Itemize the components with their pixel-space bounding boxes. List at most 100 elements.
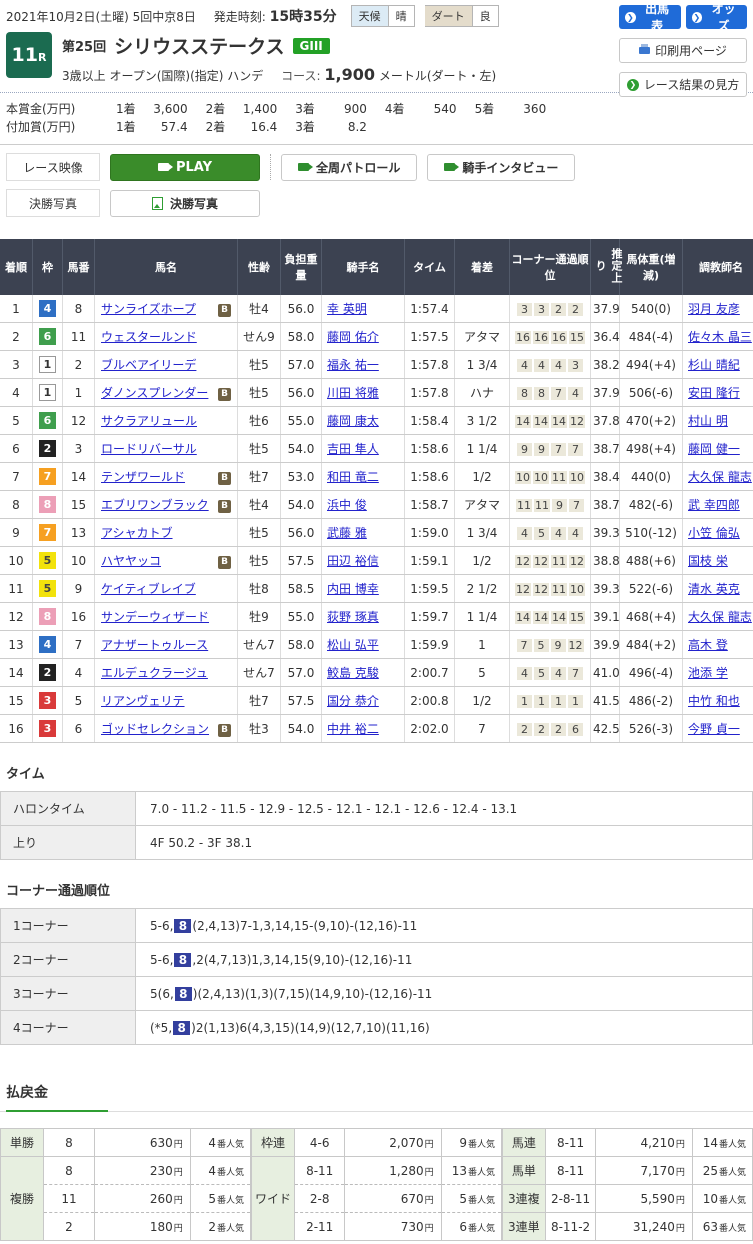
horse-name-link[interactable]: エブリワンブラック <box>101 498 209 512</box>
jockey-cell: 川田 将雅 <box>322 379 405 407</box>
horse-number: 7 <box>63 631 95 659</box>
horse-name-link[interactable]: ウェスタールンド <box>101 330 197 344</box>
jockey-link[interactable]: 国分 恭介 <box>327 694 379 708</box>
trainer-link[interactable]: 武 幸四郎 <box>688 498 740 512</box>
frame-number: 5 <box>39 552 56 569</box>
jockey-link[interactable]: 藤岡 佑介 <box>327 330 379 344</box>
payout-amount: 630円 <box>94 1129 190 1157</box>
margin: 1/2 <box>455 463 510 491</box>
jockey-link[interactable]: 和田 竜二 <box>327 470 379 484</box>
corner-positions: 4547 <box>510 659 591 687</box>
corner-pos: 11 <box>551 555 567 568</box>
result-row: 9713アシャカトブ牡556.0武藤 雅1:59.01 3/4454439.35… <box>0 519 753 547</box>
corner-positions: 10101110 <box>510 463 591 491</box>
frame-number: 8 <box>39 608 56 625</box>
jockey-link[interactable]: 川田 将雅 <box>327 386 379 400</box>
trainer-link[interactable]: 羽月 友彦 <box>688 302 740 316</box>
horse-name-link[interactable]: エルデュクラージュ <box>101 666 208 680</box>
trainer-link[interactable]: 大久保 龍志 <box>688 610 752 624</box>
trainer-link[interactable]: 佐々木 晶三 <box>688 330 752 344</box>
result-guide-button[interactable]: ❯レース結果の見方 <box>619 72 747 97</box>
jockey-link[interactable]: 浜中 俊 <box>327 498 367 512</box>
col-header: タイム <box>405 239 455 295</box>
jockey-link[interactable]: 吉田 隼人 <box>327 442 379 456</box>
body-weight: 526(-3) <box>620 715 683 743</box>
prize-amount: 540 <box>415 100 457 118</box>
horse-name-link[interactable]: リアンヴェリテ <box>101 694 185 708</box>
last-3f: 38.2 <box>591 351 620 379</box>
horse-name-link[interactable]: ロードリバーサル <box>101 442 197 456</box>
corner-pos: 2 <box>534 723 549 736</box>
horse-name-cell: サンライズホープB <box>95 295 238 323</box>
horse-name-link[interactable]: ケイティブレイブ <box>101 582 196 596</box>
corner-pos: 5 <box>534 527 549 540</box>
corner-pos: 9 <box>551 639 566 652</box>
frame-number: 2 <box>39 440 56 457</box>
margin: 1 3/4 <box>455 351 510 379</box>
jockey-link[interactable]: 田辺 裕信 <box>327 554 379 568</box>
trainer-link[interactable]: 高木 登 <box>688 638 728 652</box>
print-page-button[interactable]: 印刷用ページ <box>619 38 747 63</box>
patrol-video-button[interactable]: 全周パトロール <box>281 154 417 181</box>
jockey-link[interactable]: 幸 英明 <box>327 302 367 316</box>
horse-name-link[interactable]: ハヤヤッコ <box>101 554 161 568</box>
entry-table-button[interactable]: ❯出馬表 <box>619 5 681 29</box>
highlighted-horse-number: 8 <box>175 987 192 1001</box>
odds-button[interactable]: ❯オッズ <box>686 5 748 29</box>
jockey-link[interactable]: 内田 博幸 <box>327 582 379 596</box>
jockey-link[interactable]: 武藤 雅 <box>327 526 367 540</box>
last-3f: 37.8 <box>591 407 620 435</box>
race-date: 2021年10月2日(土曜) 5回中京8日 <box>6 10 196 24</box>
impost-weight: 58.5 <box>281 575 322 603</box>
horse-name-link[interactable]: ゴッドセレクション <box>101 722 209 736</box>
impost-weight: 57.5 <box>281 687 322 715</box>
trainer-link[interactable]: 杉山 晴紀 <box>688 358 740 372</box>
jockey-link[interactable]: 松山 弘平 <box>327 638 379 652</box>
corner-pos: 15 <box>569 331 585 344</box>
horse-name-link[interactable]: アナザートゥルース <box>101 638 208 652</box>
horse-name-link[interactable]: サクラアリュール <box>101 414 197 428</box>
trainer-link[interactable]: 中竹 和也 <box>688 694 740 708</box>
corner-row: 2コーナー5-6,8,2(4,7,13)1,3,14,15(9,10)-(12,… <box>1 943 753 977</box>
horse-name-link[interactable]: サンデーウィザード <box>101 610 209 624</box>
trainer-link[interactable]: 今野 貞一 <box>688 722 740 736</box>
corner-pos: 7 <box>551 387 566 400</box>
trainer-cell: 清水 英克 <box>683 575 753 603</box>
col-header: 着順 <box>0 239 33 295</box>
trainer-link[interactable]: 安田 隆行 <box>688 386 740 400</box>
jockey-link[interactable]: 荻野 琢真 <box>327 610 379 624</box>
trainer-link[interactable]: 大久保 龍志 <box>688 470 752 484</box>
horse-name-link[interactable]: テンザワールド <box>101 470 185 484</box>
jockey-link[interactable]: 鮫島 克駿 <box>327 666 379 680</box>
payout-amount: 260円 <box>94 1185 190 1213</box>
prize-amount: 360 <box>504 100 546 118</box>
trainer-link[interactable]: 清水 英克 <box>688 582 740 596</box>
trainer-link[interactable]: 小笠 倫弘 <box>688 526 740 540</box>
trainer-link[interactable]: 国枝 栄 <box>688 554 728 568</box>
result-row: 7714テンザワールドB牡753.0和田 竜二1:58.61/210101110… <box>0 463 753 491</box>
corner-pos: 4 <box>517 527 532 540</box>
popularity-suffix: 番人気 <box>468 1196 495 1206</box>
corner-pos: 4 <box>534 359 549 372</box>
jockey-link[interactable]: 福永 祐一 <box>327 358 379 372</box>
finish-photo-button[interactable]: 決勝写真 <box>110 190 260 217</box>
jockey-interview-button[interactable]: 騎手インタビュー <box>427 154 575 181</box>
video-camera-icon <box>444 163 455 171</box>
horse-name-link[interactable]: ブルベアイリーデ <box>101 358 196 372</box>
payout-selection: 8-11 <box>545 1157 596 1185</box>
trainer-link[interactable]: 池添 学 <box>688 666 728 680</box>
trainer-link[interactable]: 藤岡 健一 <box>688 442 740 456</box>
popularity-suffix: 番人気 <box>719 1224 746 1234</box>
jockey-link[interactable]: 藤岡 康太 <box>327 414 379 428</box>
jockey-link[interactable]: 中井 裕二 <box>327 722 379 736</box>
margin: 1/2 <box>455 687 510 715</box>
play-button[interactable]: PLAY <box>110 154 260 181</box>
grade-badge: GIII <box>293 38 330 54</box>
horse-name-link[interactable]: ダノンスプレンダー <box>101 386 208 400</box>
trainer-link[interactable]: 村山 明 <box>688 414 728 428</box>
body-weight: 468(+4) <box>620 603 683 631</box>
horse-name-link[interactable]: サンライズホープ <box>101 302 196 316</box>
result-row: 411ダノンスプレンダーB牡556.0川田 将雅1:57.8ハナ887437.9… <box>0 379 753 407</box>
horse-name-link[interactable]: アシャカトブ <box>101 526 173 540</box>
impost-weight: 54.0 <box>281 491 322 519</box>
